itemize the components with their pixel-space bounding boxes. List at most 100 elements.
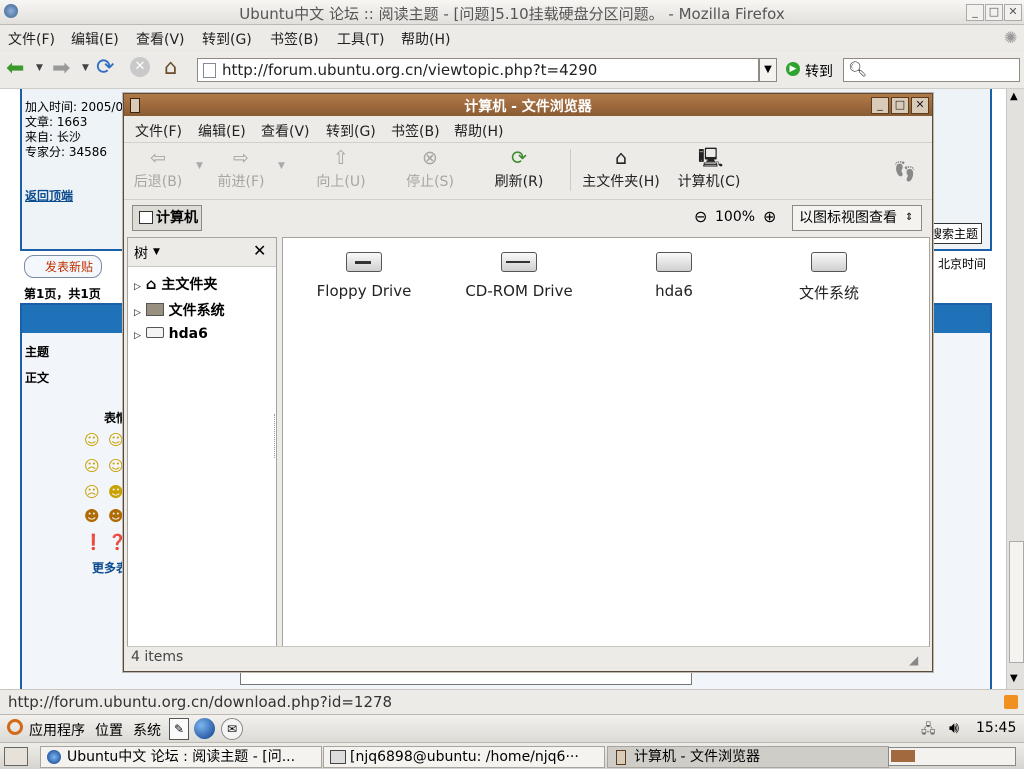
page-scrollbar[interactable]: ▲ ▼ (1006, 89, 1024, 689)
smiley-icon[interactable]: ☺ (108, 457, 124, 475)
forward-button[interactable]: ⇨ 前进(F) (196, 147, 286, 191)
smiley-icon[interactable]: ☹ (84, 457, 100, 475)
menu-file[interactable]: 文件(F) (135, 121, 182, 141)
zoom-out-icon[interactable]: ⊖ (694, 207, 707, 226)
location-button-computer[interactable]: 计算机 (132, 205, 202, 231)
menu-help[interactable]: 帮助(H) (454, 121, 503, 141)
menu-view[interactable]: 查看(V) (261, 121, 310, 141)
smiley-icon[interactable]: ☺ (84, 431, 100, 449)
pane-resize-handle[interactable] (274, 414, 277, 458)
firefox-window-title: Ubuntu中文 论坛 :: 阅读主题 - [问题]5.10挂载硬盘分区问题。 … (239, 5, 785, 23)
side-pane-header: 树 ▼ ✕ (128, 238, 276, 267)
forward-arrow-icon: ⇨ (233, 147, 249, 169)
go-button[interactable]: 转到 (805, 61, 833, 81)
panel-clock[interactable]: 15:45 (976, 720, 1016, 736)
task-nautilus[interactable]: 计算机 - 文件浏览器 (607, 746, 889, 768)
status-url: http://forum.ubuntu.org.cn/download.php?… (8, 693, 393, 711)
task-terminal[interactable]: [njq6898@ubuntu: /home/njq6··· (323, 746, 605, 768)
maximize-button[interactable]: □ (985, 4, 1003, 21)
close-button[interactable]: ✕ (1004, 4, 1022, 21)
zoom-level[interactable]: 100% (715, 209, 755, 225)
volume-icon[interactable]: 🔊︎ (949, 718, 959, 738)
smiley-icon[interactable]: ☻ (84, 507, 100, 525)
new-post-button[interactable]: 发表新贴 (24, 255, 103, 278)
forward-dropdown-icon[interactable]: ▼ (82, 63, 89, 73)
reload-button[interactable]: ⟳ 刷新(R) (474, 147, 564, 191)
icon-hda6[interactable]: hda6 (599, 252, 749, 300)
menu-edit[interactable]: 编辑(E) (198, 121, 246, 141)
view-mode-select[interactable]: 以图标视图查看 ⇕ (792, 205, 922, 231)
expander-icon[interactable]: ▷ (134, 331, 141, 341)
icon-filesystem[interactable]: 文件系统 (754, 252, 904, 303)
stop-icon[interactable]: ✕ (130, 57, 150, 77)
scroll-down-icon[interactable]: ▼ (1010, 673, 1018, 684)
task-label: [njq6898@ubuntu: /home/njq6··· (350, 749, 579, 765)
computer-button[interactable]: 🖳︎ 计算机(C) (664, 147, 754, 191)
chevron-down-icon[interactable]: ▼ (153, 247, 160, 257)
home-button[interactable]: ⌂ 主文件夹(H) (576, 147, 666, 191)
harddisk-icon (145, 327, 164, 338)
reload-icon[interactable]: ⟳ (96, 55, 114, 80)
menu-go[interactable]: 转到(G) (326, 121, 376, 141)
icon-cdrom-drive[interactable]: CD-ROM Drive (444, 252, 594, 300)
exclamation-icon[interactable]: ❗ (84, 533, 103, 551)
menu-file[interactable]: 文件(F) (8, 29, 55, 49)
stop-button[interactable]: ⊗ 停止(S) (385, 147, 475, 191)
smiley-icon[interactable]: ☻ (108, 483, 124, 501)
workspace-switcher[interactable] (888, 747, 1016, 766)
workspace-1[interactable] (891, 750, 915, 762)
back-dropdown-icon[interactable]: ▼ (36, 63, 43, 73)
forward-history-dropdown[interactable]: ▼ (278, 161, 285, 171)
scrollbar-thumb[interactable] (1009, 541, 1024, 663)
gnome-foot-icon: 👣︎ (892, 159, 918, 183)
expander-icon[interactable]: ▷ (134, 282, 141, 292)
gnome-window-list-panel: Ubuntu中文 论坛 : 阅读主题 - [问... [njq6898@ubun… (0, 742, 1024, 769)
menu-tools[interactable]: 工具(T) (337, 29, 384, 49)
icon-floppy-drive[interactable]: Floppy Drive (289, 252, 439, 300)
up-button[interactable]: ⇧ 向上(U) (296, 147, 386, 191)
search-input[interactable]: 🔍︎ (843, 58, 1020, 82)
back-to-top-link[interactable]: 返回顶端 (25, 187, 73, 204)
show-desktop-icon[interactable] (4, 747, 28, 766)
text-editor-launcher-icon[interactable]: ✎ (169, 718, 189, 740)
back-button[interactable]: ⇦ 后退(B) (113, 147, 203, 191)
tree-item-filesystem[interactable]: ▷ 文件系统 (134, 300, 225, 320)
zoom-in-icon[interactable]: ⊕ (763, 207, 776, 226)
minimize-button[interactable]: _ (871, 97, 889, 114)
system-menu[interactable]: 系统 (133, 720, 161, 740)
scroll-up-icon[interactable]: ▲ (1010, 91, 1018, 102)
home-icon[interactable]: ⌂ (164, 55, 177, 79)
network-icon[interactable]: 🖧︎ (921, 720, 936, 742)
search-topic-button[interactable]: 搜索主题 (926, 223, 983, 244)
go-icon[interactable]: ▶ (786, 62, 800, 76)
side-pane: 树 ▼ ✕ ▷ ⌂ 主文件夹 ▷ 文件系统 ▷ hda6 (127, 237, 277, 647)
menu-edit[interactable]: 编辑(E) (71, 29, 119, 49)
rss-icon[interactable] (1004, 695, 1018, 709)
expander-icon[interactable]: ▷ (134, 308, 141, 318)
applications-menu[interactable]: 应用程序 (29, 720, 85, 740)
tree-item-hda6[interactable]: ▷ hda6 (134, 326, 208, 342)
close-button[interactable]: ✕ (911, 97, 929, 114)
close-icon[interactable]: ✕ (253, 241, 266, 260)
evolution-launcher-icon[interactable]: ✉ (221, 718, 243, 740)
minimize-button[interactable]: _ (966, 4, 984, 21)
smiley-icon[interactable]: ☺ (108, 431, 124, 449)
menu-go[interactable]: 转到(G) (202, 29, 252, 49)
menu-bookmarks[interactable]: 书签(B) (391, 121, 440, 141)
smiley-icon[interactable]: ☻ (108, 507, 124, 525)
tree-item-home[interactable]: ▷ ⌂ 主文件夹 (134, 274, 217, 294)
smiley-icon[interactable]: ☹ (84, 483, 100, 501)
places-menu[interactable]: 位置 (95, 720, 123, 740)
firefox-launcher-icon[interactable] (194, 718, 215, 739)
side-pane-selector[interactable]: 树 (134, 243, 148, 263)
url-dropdown-icon[interactable]: ▼ (759, 58, 777, 82)
resize-grip-icon[interactable]: ◢ (909, 653, 918, 667)
menu-view[interactable]: 查看(V) (136, 29, 185, 49)
menu-bookmarks[interactable]: 书签(B) (270, 29, 319, 49)
back-arrow-icon[interactable]: ⬅ (6, 56, 24, 81)
menu-help[interactable]: 帮助(H) (401, 29, 450, 49)
task-firefox[interactable]: Ubuntu中文 论坛 : 阅读主题 - [问... (40, 746, 322, 768)
url-bar[interactable]: http://forum.ubuntu.org.cn/viewtopic.php… (197, 58, 759, 82)
forward-arrow-icon[interactable]: ➡ (52, 56, 70, 81)
maximize-button[interactable]: □ (891, 97, 909, 114)
